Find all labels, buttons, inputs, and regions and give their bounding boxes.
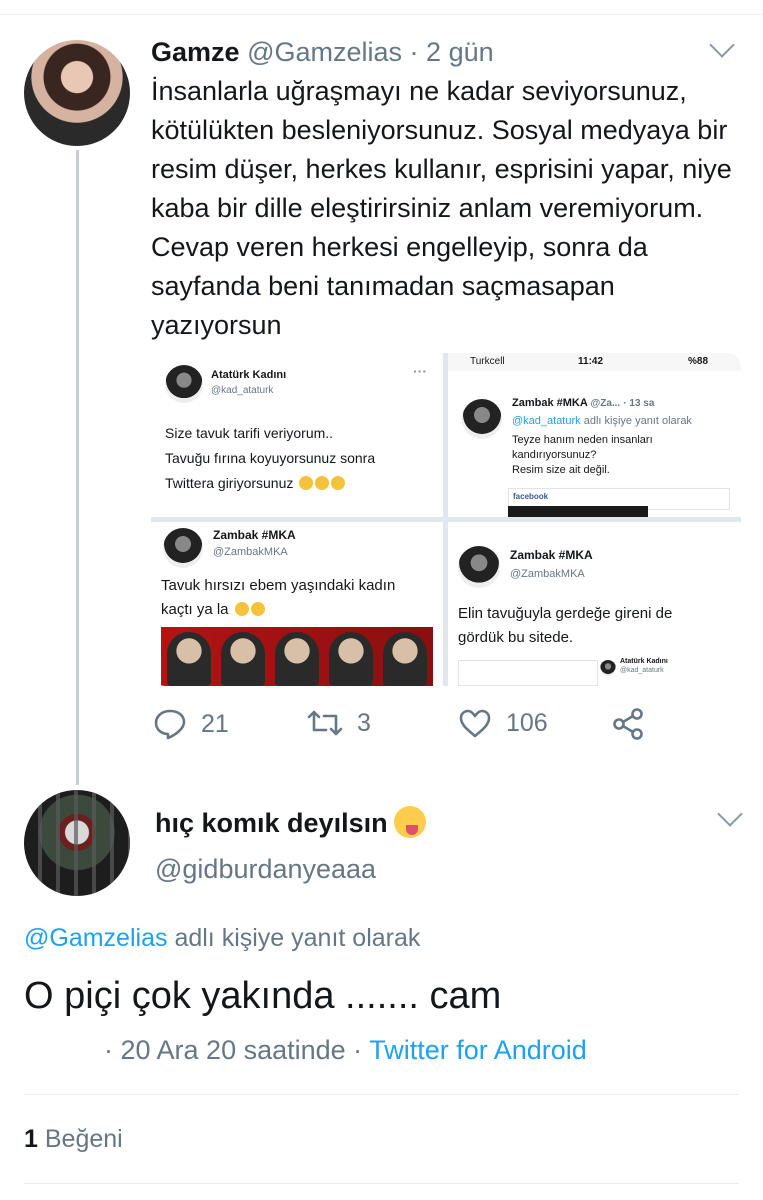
embedded-reply-suffix: adlı kişiye yanıt olarak bbox=[583, 415, 692, 427]
tweet-meta: · 20 Ara 20 saatinde · Twitter for Andro… bbox=[104, 1035, 587, 1066]
emoji-icon bbox=[299, 476, 314, 490]
carrier-label: Turkcell bbox=[470, 356, 505, 367]
divider bbox=[24, 1183, 739, 1184]
embedded-time-value: 13 sa bbox=[629, 398, 655, 409]
portrait-figure bbox=[329, 632, 373, 686]
embedded-text-value: Twittera giriyorsunuz bbox=[165, 475, 294, 491]
emoji-icon bbox=[250, 602, 265, 616]
top-divider bbox=[0, 14, 763, 15]
media-grid[interactable]: Atatürk Kadını @kad_ataturk ··· Size tav… bbox=[151, 353, 741, 686]
author-name[interactable]: Gamze bbox=[151, 37, 240, 67]
embedded-text-line: kaçtı ya la bbox=[161, 598, 265, 622]
avatar bbox=[462, 399, 502, 439]
portrait-figure bbox=[275, 632, 319, 686]
embedded-author-name: Atatürk Kadını bbox=[211, 369, 287, 381]
share-icon bbox=[613, 708, 643, 740]
author-handle[interactable]: @gidburdanyeaaa bbox=[155, 854, 376, 885]
embedded-facebook-screenshot bbox=[458, 660, 598, 686]
divider bbox=[24, 1094, 739, 1095]
media-image-1[interactable]: Atatürk Kadını @kad_ataturk ··· Size tav… bbox=[151, 353, 443, 517]
author-name[interactable]: hıç komık deyılsın bbox=[155, 806, 426, 839]
like-button[interactable]: 106 bbox=[458, 708, 548, 738]
emoji-icon bbox=[331, 476, 346, 490]
share-button[interactable] bbox=[611, 708, 659, 740]
media-image-3[interactable]: Zambak #MKA @ZambakMKA Tavuk hırsızı ebe… bbox=[151, 522, 443, 686]
media-image-4[interactable]: Zambak #MKA @ZambakMKA Elin tavuğuyla ge… bbox=[448, 522, 741, 686]
embedded-text-line: Twittera giriyorsunuz bbox=[165, 473, 346, 494]
avatar bbox=[165, 365, 203, 403]
embedded-author-name: Zambak #MKA bbox=[510, 548, 593, 562]
retweet-count: 3 bbox=[357, 708, 371, 737]
dot-separator: · bbox=[409, 37, 419, 67]
chevron-down-icon[interactable] bbox=[709, 32, 735, 58]
emoji-icon bbox=[234, 602, 249, 616]
avatar[interactable] bbox=[24, 40, 130, 146]
tweet-header: Gamze @Gamzelias · 2 gün bbox=[151, 36, 494, 68]
avatar[interactable] bbox=[24, 790, 130, 896]
likes-summary[interactable]: 1 Beğeni bbox=[24, 1125, 123, 1154]
retweet-icon bbox=[307, 710, 343, 736]
portrait-figure bbox=[221, 632, 265, 686]
embedded-text-line: Resim size ait değil. bbox=[512, 464, 610, 476]
tweet-source[interactable]: Twitter for Android bbox=[369, 1035, 587, 1065]
portrait-figure bbox=[167, 632, 211, 686]
like-label: Beğeni bbox=[44, 1125, 123, 1153]
author-handle[interactable]: @Gamzelias bbox=[247, 37, 402, 67]
more-icon: ··· bbox=[413, 363, 427, 379]
embedded-portrait-photo bbox=[161, 627, 433, 686]
avatar bbox=[163, 528, 203, 568]
portrait-figure bbox=[383, 632, 427, 686]
embedded-author-handle: @Za... bbox=[590, 398, 621, 409]
reply-icon bbox=[154, 709, 186, 740]
embedded-text-line: Teyze hanım neden insanları bbox=[512, 434, 653, 446]
like-count: 106 bbox=[506, 708, 548, 737]
embedded-name-value: Zambak #MKA bbox=[512, 397, 588, 409]
embedded-text-value: kaçtı ya la bbox=[161, 601, 229, 618]
author-name-value: hıç komık deyılsın bbox=[155, 808, 388, 838]
phone-status-bar: Turkcell 11:42 %88 bbox=[448, 353, 741, 371]
embedded-author-handle: @kad_ataturk bbox=[620, 667, 664, 674]
embedded-text-line: Tavuk hırsızı ebem yaşındaki kadın bbox=[161, 577, 396, 594]
embedded-author-handle: @ZambakMKA bbox=[213, 546, 288, 558]
embedded-text-line: Elin tavuğuyla gerdeğe gireni de bbox=[458, 605, 673, 622]
embedded-text-line: Tavuğu fırına koyuyorsunuz sonra bbox=[165, 450, 376, 466]
embedded-author-handle: @kad_ataturk bbox=[211, 385, 274, 396]
embedded-author-name: Atatürk Kadını bbox=[620, 658, 668, 665]
embedded-text-line: Size tavuk tarifi veriyorum.. bbox=[165, 425, 334, 441]
retweet-button[interactable]: 3 bbox=[307, 708, 371, 738]
like-count: 1 bbox=[24, 1125, 38, 1153]
embedded-text-line: kandırıyorsunuz? bbox=[512, 449, 597, 461]
replying-to-suffix: adlı kişiye yanıt olarak bbox=[174, 924, 421, 952]
embedded-time: · 13 sa bbox=[623, 398, 655, 409]
embedded-author-handle: @ZambakMKA bbox=[510, 568, 585, 580]
embedded-replying-to: @kad_ataturk adlı kişiye yanıt olarak bbox=[512, 415, 692, 427]
reply-count: 21 bbox=[201, 709, 229, 738]
avatar bbox=[600, 660, 616, 676]
clock-label: 11:42 bbox=[578, 356, 604, 367]
embedded-photo bbox=[508, 506, 648, 517]
tweet-time[interactable]: 2 gün bbox=[426, 37, 494, 67]
media-image-2[interactable]: Turkcell 11:42 %88 Zambak #MKA @Za... · … bbox=[448, 353, 741, 517]
replying-to-handle[interactable]: @Gamzelias bbox=[24, 924, 167, 952]
battery-label: %88 bbox=[688, 356, 709, 367]
chevron-down-icon[interactable] bbox=[717, 801, 743, 827]
embedded-reply-handle: @kad_ataturk bbox=[512, 415, 581, 427]
embedded-author-name: Zambak #MKA @Za... · 13 sa bbox=[512, 397, 654, 409]
heart-icon bbox=[459, 709, 491, 738]
embedded-author-name: Zambak #MKA bbox=[213, 528, 296, 542]
emoji-icon bbox=[315, 476, 330, 490]
smiley-icon bbox=[393, 806, 426, 838]
tweet-text: O piçi çok yakında ....... cam bbox=[24, 975, 502, 1017]
reply-button[interactable]: 21 bbox=[153, 708, 229, 740]
tweet-actions: 21 3 106 bbox=[151, 700, 751, 752]
avatar bbox=[458, 546, 500, 588]
tweet-text: İnsanlarla uğraşmayı ne kadar seviyorsun… bbox=[151, 76, 732, 340]
facebook-label: facebook bbox=[513, 492, 549, 501]
replying-to: @Gamzelias adlı kişiye yanıt olarak bbox=[24, 924, 420, 953]
embedded-text-line: gördük bu sitede. bbox=[458, 629, 574, 646]
thread-connector bbox=[76, 150, 79, 785]
avatar-bars bbox=[24, 790, 130, 896]
tweet-date: · 20 Ara 20 saatinde · bbox=[104, 1035, 363, 1065]
